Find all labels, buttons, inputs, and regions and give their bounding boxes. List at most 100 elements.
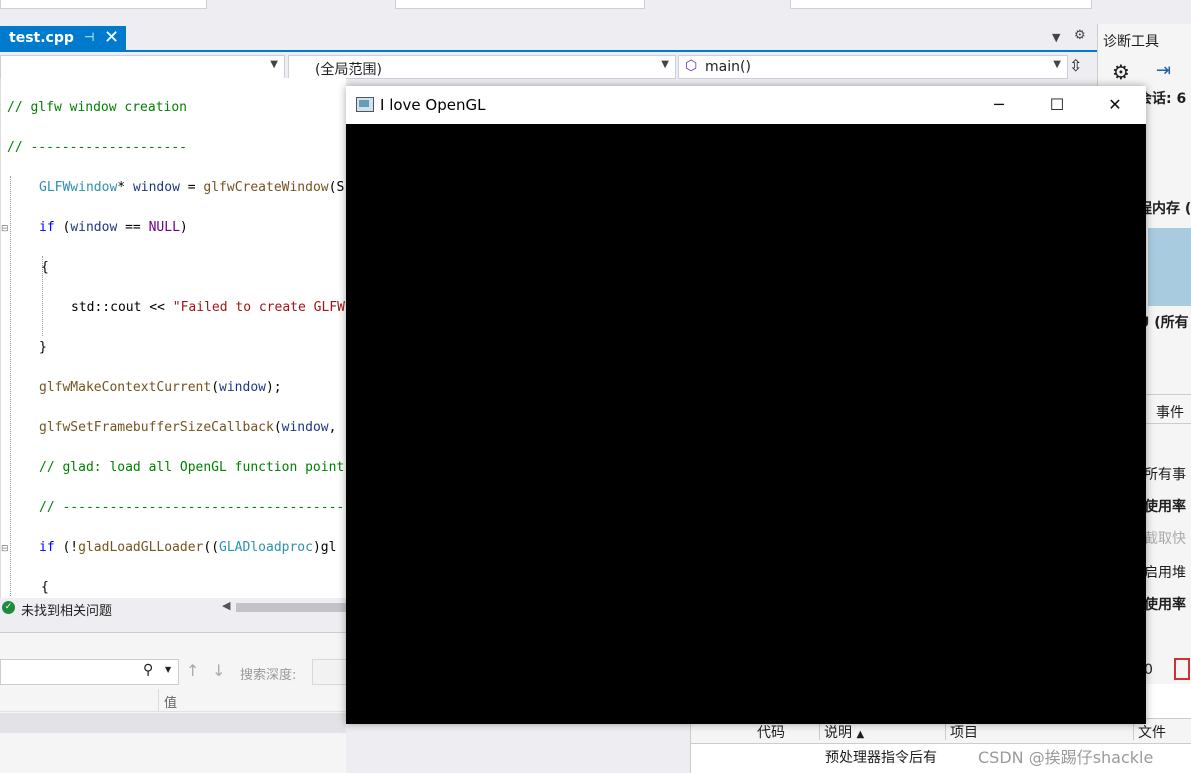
- code-line[interactable]: // glfw window creation: [7, 100, 187, 115]
- all-events-link[interactable]: 所有事: [1144, 464, 1186, 484]
- code-token: GLFWwindow: [39, 180, 118, 195]
- col-code[interactable]: 代码: [753, 722, 785, 741]
- code-token: gladLoadGLLoader: [78, 540, 204, 555]
- code-token: }: [39, 340, 47, 355]
- code-token: {: [41, 260, 49, 275]
- bottom-middle-area: [346, 724, 690, 773]
- watch-panel: ⚲ ▼ ↑ ↓ 搜索深度: 值: [0, 632, 348, 773]
- code-token: if: [39, 540, 55, 555]
- app-icon: [356, 97, 374, 112]
- code-token: =: [179, 180, 204, 195]
- close-tab-icon[interactable]: ✕: [104, 27, 119, 48]
- code-token: "Failed to create GLFW: [172, 300, 345, 315]
- search-icon[interactable]: ⚲: [143, 662, 153, 678]
- issues-status: 未找到相关问题: [21, 604, 113, 619]
- pin-icon[interactable]: ⊣: [84, 30, 94, 44]
- member-combo[interactable]: ⬡ main() ▼: [678, 55, 1068, 79]
- code-token: // glad: load all OpenGL function point: [39, 460, 345, 475]
- code-line[interactable]: // --------------------: [7, 140, 187, 155]
- gear-icon[interactable]: ⚙: [1074, 28, 1086, 43]
- opengl-canvas[interactable]: [346, 124, 1146, 724]
- chevron-down-icon: ▼: [270, 59, 278, 70]
- code-editor[interactable]: ⊟ ⊟ // glfw window creation // ----------…: [0, 78, 352, 598]
- chevron-down-icon: ▼: [661, 59, 669, 70]
- code-token: )gl: [312, 540, 337, 555]
- col-file[interactable]: 文件: [1133, 722, 1166, 741]
- toolbar-combo-1[interactable]: [0, 0, 207, 9]
- code-token: window: [132, 180, 180, 195]
- col-description[interactable]: 说明 ▲: [819, 722, 864, 741]
- window-title: I love OpenGL: [380, 96, 486, 114]
- snapshot-button[interactable]: 截取快: [1144, 528, 1186, 548]
- indent-guide: [10, 176, 11, 596]
- code-token: window: [70, 220, 118, 235]
- code-token: {: [41, 580, 49, 595]
- maximize-button[interactable]: ☐: [1028, 86, 1086, 124]
- code-line[interactable]: glfwMakeContextCurrent(window);: [39, 380, 282, 395]
- tab-test-cpp[interactable]: test.cpp ⊣ ✕: [0, 26, 126, 52]
- code-token: (S: [328, 180, 345, 195]
- arrow-up-icon[interactable]: ↑: [186, 661, 199, 680]
- code-token: ((: [203, 540, 220, 555]
- code-token: ==: [117, 220, 149, 235]
- scope-combo[interactable]: (全局范围) ▼: [288, 55, 676, 79]
- code-line[interactable]: std::cout << "Failed to create GLFW: [71, 300, 345, 315]
- search-input[interactable]: ⚲ ▼: [0, 659, 179, 685]
- toolbar-combo-2[interactable]: [395, 0, 645, 9]
- error-row-description[interactable]: 预处理器指令后有: [825, 747, 937, 767]
- scroll-left-icon[interactable]: ◀: [222, 599, 230, 612]
- minimize-button[interactable]: ─: [970, 86, 1028, 124]
- code-token: glfwSetFramebufferSizeCallback: [39, 420, 274, 435]
- window-titlebar[interactable]: I love OpenGL ─ ☐ ✕: [346, 86, 1146, 124]
- tab-label: test.cpp: [9, 30, 74, 46]
- code-token: // --------------------: [7, 140, 188, 155]
- tab-events[interactable]: 事件: [1156, 402, 1184, 422]
- project-combo[interactable]: ▼: [0, 55, 285, 79]
- code-line[interactable]: {: [41, 260, 49, 275]
- value-column-header[interactable]: 值: [164, 692, 177, 711]
- col-project[interactable]: 项目: [945, 722, 978, 741]
- code-line[interactable]: {: [41, 580, 49, 595]
- chevron-down-icon[interactable]: ▼: [165, 665, 171, 674]
- search-depth-label: 搜索深度:: [240, 668, 297, 683]
- code-line[interactable]: // glad: load all OpenGL function point: [39, 460, 344, 475]
- code-line[interactable]: glfwSetFramebufferSizeCallback(window,: [39, 420, 336, 435]
- tab-dropdown-icon[interactable]: ▼: [1052, 31, 1060, 44]
- code-line[interactable]: // -------------------------------------: [39, 500, 352, 515]
- code-token: std: [71, 300, 95, 315]
- arrow-down-icon[interactable]: ↓: [212, 661, 225, 680]
- editor-status-bar: ✓ 未找到相关问题 ◀: [0, 598, 346, 619]
- code-token: ::: [94, 300, 111, 315]
- search-depth-combo[interactable]: [312, 659, 348, 685]
- settings-icon[interactable]: ⚙: [1112, 60, 1130, 84]
- member-label: main(): [705, 59, 751, 75]
- code-token: glfwCreateWindow: [203, 180, 329, 195]
- toolbar-combo-3[interactable]: [790, 0, 1092, 9]
- code-token: GLADloadproc: [219, 540, 313, 555]
- export-icon[interactable]: ⇥: [1156, 60, 1171, 81]
- fold-toggle-icon[interactable]: ⊟: [1, 224, 9, 234]
- watch-row[interactable]: [0, 713, 346, 733]
- code-line[interactable]: if (!gladLoadGLLoader((GLADloadproc)gl: [39, 540, 336, 555]
- split-icon[interactable]: ⇳: [1069, 56, 1082, 75]
- code-line[interactable]: GLFWwindow* window = glfwCreateWindow(S: [39, 180, 344, 195]
- horizontal-scrollbar[interactable]: [236, 603, 346, 612]
- code-token: (: [273, 420, 282, 435]
- code-token: window: [281, 420, 329, 435]
- watch-header: 值: [0, 689, 346, 712]
- top-toolbar-strip: [0, 0, 1191, 24]
- navigation-bar: ▼ (全局范围) ▼ ⬡ main() ▼ ⇳: [0, 54, 1097, 79]
- code-token: (!: [54, 540, 79, 555]
- code-token: cout: [110, 300, 142, 315]
- check-circle-icon: ✓: [2, 601, 15, 614]
- code-token: );: [265, 380, 282, 395]
- code-line[interactable]: if (window == NULL): [39, 220, 188, 235]
- close-window-button[interactable]: ✕: [1086, 86, 1144, 124]
- error-filter-icon[interactable]: [1174, 658, 1190, 680]
- code-line[interactable]: }: [39, 340, 47, 355]
- heap-toggle[interactable]: 启用堆: [1144, 562, 1186, 582]
- fold-toggle-icon[interactable]: ⊟: [1, 544, 9, 554]
- cube-icon: ⬡: [685, 58, 698, 74]
- opengl-window[interactable]: I love OpenGL ─ ☐ ✕: [346, 86, 1146, 724]
- chevron-down-icon: ▼: [1053, 59, 1061, 70]
